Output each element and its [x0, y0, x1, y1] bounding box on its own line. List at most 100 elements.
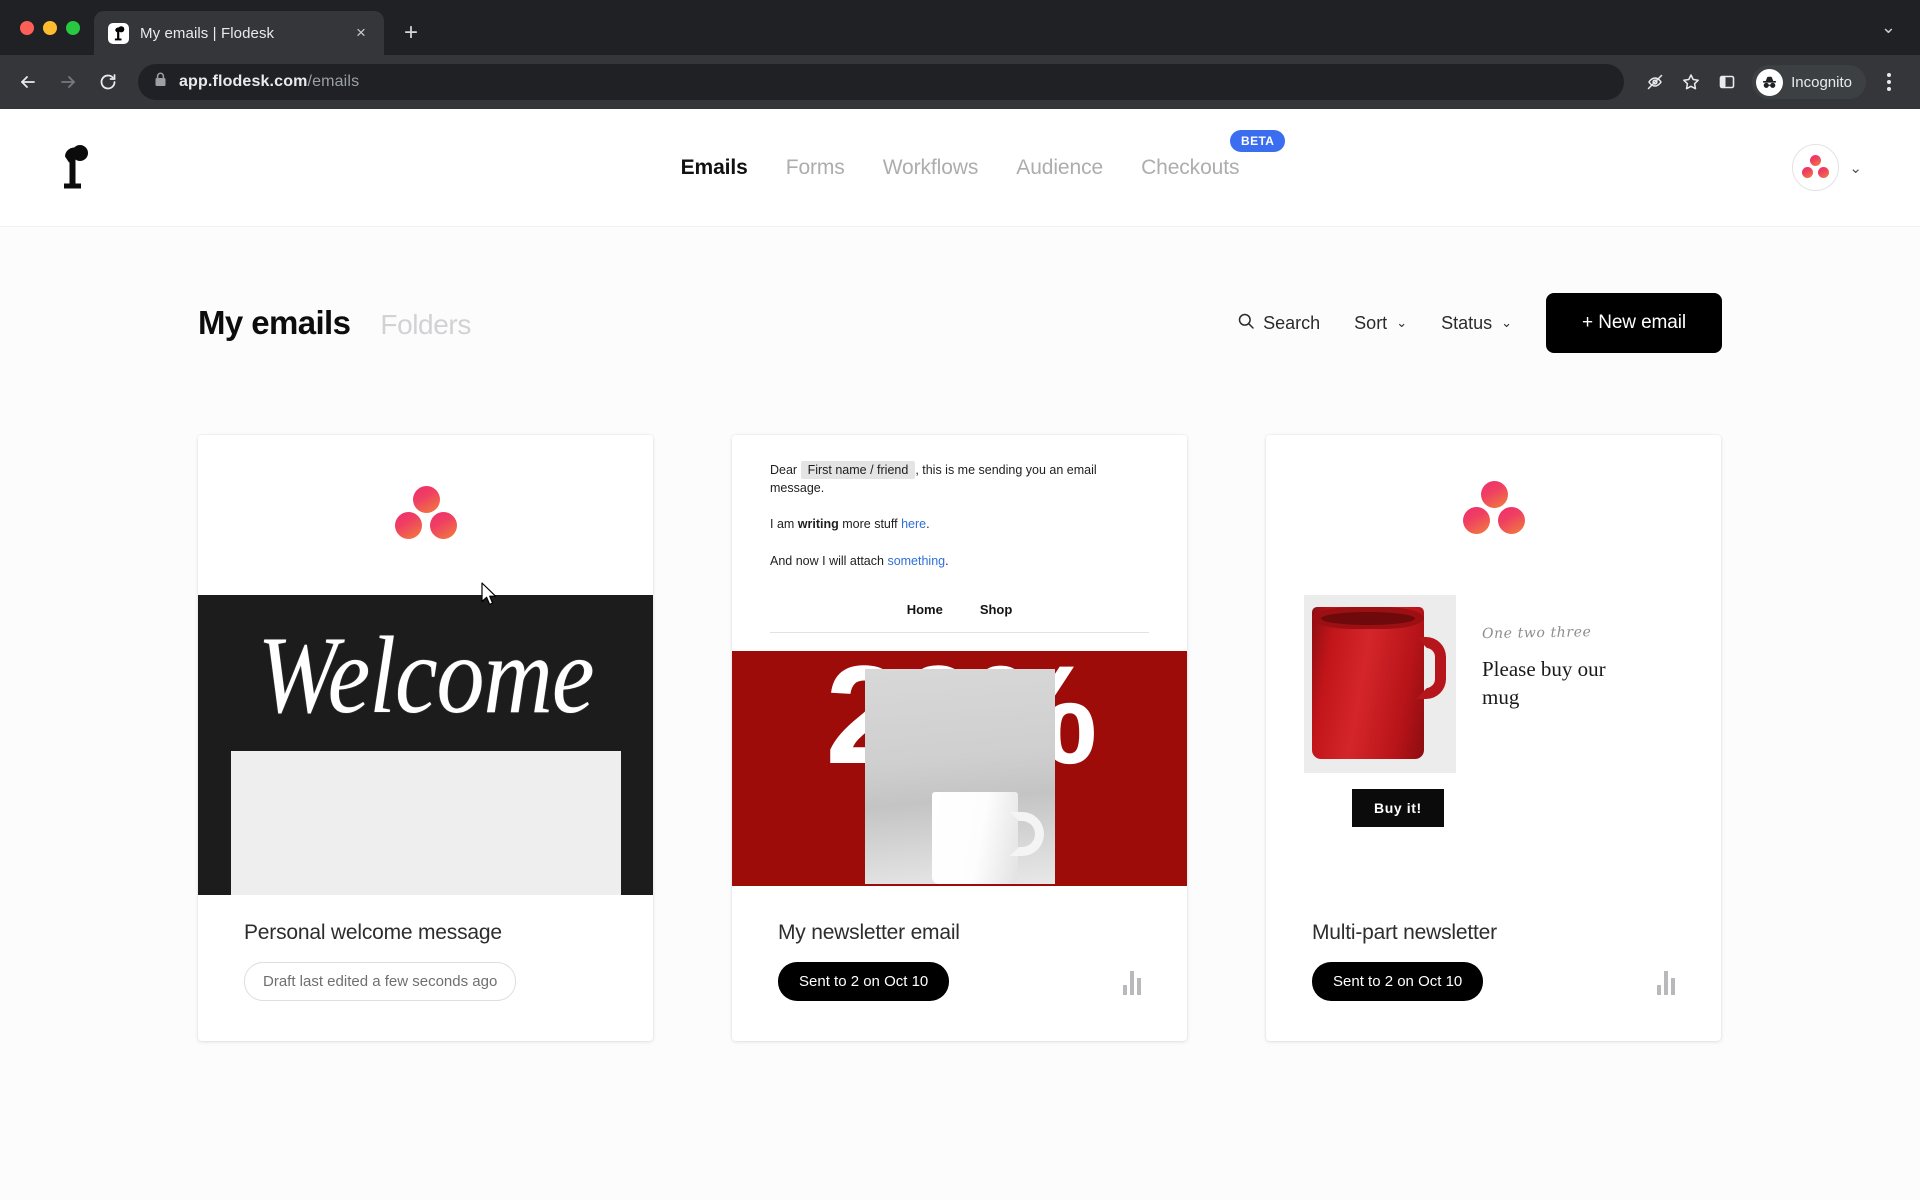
flodesk-dots-logo-icon — [394, 486, 458, 544]
chevron-down-icon: ⌄ — [1501, 315, 1513, 330]
bar-chart-icon[interactable] — [1657, 969, 1675, 995]
preview-line2-link[interactable]: here — [901, 517, 926, 531]
url-path: /emails — [307, 73, 360, 90]
browser-window: My emails | Flodesk × + ⌄ app.flodesk.co… — [0, 0, 1920, 1200]
white-mug-shape — [931, 792, 1044, 884]
url-host: app.flodesk.com — [179, 73, 308, 90]
email-preview-multipart[interactable]: One two three Please buy our mug Buy it! — [1266, 435, 1721, 895]
sort-dropdown[interactable]: Sort ⌄ — [1354, 313, 1407, 334]
bookmark-star-icon[interactable] — [1674, 65, 1708, 99]
three-dot-menu-icon[interactable] — [1872, 65, 1906, 99]
flodesk-logo-icon[interactable] — [58, 141, 102, 195]
tab-close-icon[interactable]: × — [350, 22, 372, 44]
sort-label: Sort — [1354, 312, 1388, 333]
nav-item-workflows[interactable]: Workflows — [883, 156, 979, 180]
email-card[interactable]: One two three Please buy our mug Buy it!… — [1266, 435, 1721, 1041]
reload-button[interactable] — [90, 64, 126, 100]
mug-body-shape — [1312, 607, 1424, 759]
browser-tabstrip: My emails | Flodesk × + ⌄ — [0, 0, 1920, 55]
search-label: Search — [1263, 312, 1321, 333]
email-preview-welcome[interactable]: Welcome — [198, 435, 653, 895]
window-traffic-lights — [16, 0, 94, 55]
preview-line-1: Dear First name / friend, this is me sen… — [732, 461, 1187, 497]
preview-body: Dear First name / friend, this is me sen… — [732, 435, 1187, 633]
preview-line-2: I am writing more stuff here. — [732, 516, 1187, 534]
close-window-button[interactable] — [20, 20, 34, 35]
minimize-window-button[interactable] — [43, 20, 57, 35]
toolbar-icons: Incognito — [1638, 65, 1906, 99]
nav-item-emails[interactable]: Emails — [681, 156, 748, 180]
preview-script-text: One two three — [1481, 624, 1592, 643]
preview-line2-bold: writing — [797, 517, 839, 531]
flodesk-dots-logo-icon — [1462, 481, 1526, 539]
preview-divider — [770, 632, 1149, 633]
status-badge[interactable]: Sent to 2 on Oct 10 — [778, 962, 950, 1001]
page-content: My emails Folders Search Sort ⌄ Status ⌄… — [0, 227, 1920, 1200]
preview-logo-area — [1266, 435, 1721, 585]
preview-buy-button[interactable]: Buy it! — [1352, 789, 1444, 827]
maximize-window-button[interactable] — [66, 20, 80, 35]
app-header: Emails Forms Workflows Audience Checkout… — [0, 109, 1920, 227]
preview-banner: 20% — [732, 651, 1187, 886]
eye-off-icon[interactable] — [1638, 65, 1672, 99]
search-icon — [1237, 312, 1255, 335]
preview-headline: Welcome — [257, 612, 595, 736]
new-email-button[interactable]: + New email — [1546, 293, 1722, 353]
mug-handle-shape — [1416, 637, 1446, 699]
preview-logo-area — [198, 435, 653, 595]
main-navigation: Emails Forms Workflows Audience Checkout… — [0, 129, 1920, 180]
nav-item-checkouts[interactable]: Checkouts BETA — [1141, 129, 1286, 180]
nav-item-audience[interactable]: Audience — [1016, 156, 1103, 180]
page-toolbar: My emails Folders Search Sort ⌄ Status ⌄… — [0, 227, 1920, 353]
back-button[interactable] — [10, 64, 46, 100]
tabstrip-right-controls: ⌄ — [1873, 0, 1920, 55]
tab-title: My emails | Flodesk — [140, 24, 275, 42]
flodesk-favicon-icon — [108, 22, 129, 44]
tab-search-chevron-down-icon[interactable]: ⌄ — [1873, 17, 1904, 38]
forward-button[interactable] — [50, 64, 86, 100]
preview-banner-photo — [864, 669, 1055, 884]
page-title-group: My emails Folders — [198, 304, 471, 342]
status-badge[interactable]: Sent to 2 on Oct 10 — [1312, 962, 1484, 1001]
preview-serif-text: Please buy our mug — [1482, 657, 1606, 710]
new-tab-button[interactable]: + — [394, 16, 428, 50]
chevron-down-icon: ⌄ — [1396, 315, 1408, 330]
preview-line3-link[interactable]: something — [887, 554, 945, 568]
email-card-title: Personal welcome message — [244, 921, 502, 944]
preview-text-column: One two three Please buy our mug — [1482, 595, 1632, 773]
preview-line3-a: And now I will attach — [770, 553, 884, 568]
email-card-footer: My newsletter email Sent to 2 on Oct 10 — [732, 895, 1187, 1041]
search-button[interactable]: Search — [1237, 312, 1320, 335]
preview-nav-home[interactable]: Home — [907, 602, 943, 617]
nav-item-forms[interactable]: Forms — [786, 156, 845, 180]
email-card[interactable]: Welcome Personal welcome message Draft l… — [198, 435, 653, 1041]
address-bar[interactable]: app.flodesk.com/emails — [138, 64, 1625, 100]
status-label: Status — [1441, 312, 1493, 333]
browser-toolbar: app.flodesk.com/emails Incognito — [0, 55, 1920, 109]
status-badge[interactable]: Draft last edited a few seconds ago — [244, 962, 517, 1001]
avatar-chevron-down-icon[interactable]: ⌄ — [1849, 159, 1862, 177]
page-title: My emails — [198, 304, 351, 341]
preview-line3-end: . — [945, 553, 949, 568]
browser-tab[interactable]: My emails | Flodesk × — [94, 11, 384, 55]
tab-folders[interactable]: Folders — [380, 309, 471, 341]
status-dropdown[interactable]: Status ⌄ — [1441, 313, 1512, 334]
email-card[interactable]: Dear First name / friend, this is me sen… — [732, 435, 1187, 1041]
preview-line2-a: I am — [770, 517, 795, 531]
email-card-footer: Personal welcome message Draft last edit… — [198, 895, 653, 1041]
email-preview-newsletter[interactable]: Dear First name / friend, this is me sen… — [732, 435, 1187, 895]
side-panel-icon[interactable] — [1710, 65, 1744, 99]
lock-icon — [154, 72, 167, 92]
user-avatar[interactable] — [1792, 144, 1840, 191]
nav-item-checkouts-label: Checkouts — [1141, 155, 1240, 179]
preview-line1-prefix: Dear — [770, 463, 798, 477]
preview-dark-panel: Welcome — [198, 595, 653, 895]
preview-nav-shop[interactable]: Shop — [980, 602, 1013, 617]
flodesk-dots-avatar-icon — [1802, 155, 1830, 180]
beta-badge: BETA — [1230, 129, 1286, 152]
profile-incognito-chip[interactable]: Incognito — [1752, 65, 1866, 99]
email-card-title: My newsletter email — [778, 921, 960, 944]
preview-line2-b: more stuff — [842, 517, 898, 531]
preview-nav: Home Shop — [732, 589, 1187, 632]
bar-chart-icon[interactable] — [1123, 969, 1141, 995]
